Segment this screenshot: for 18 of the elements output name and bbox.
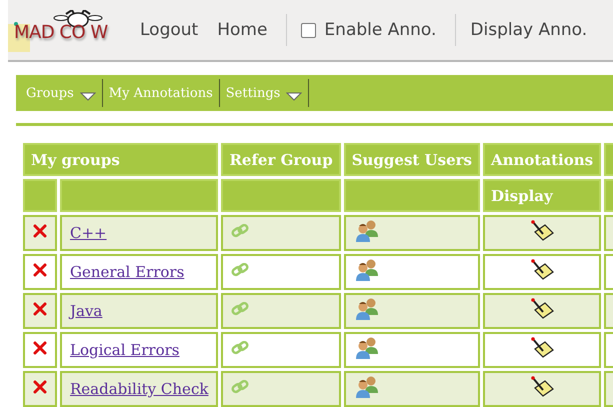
checkbox-label: Enable Anno.	[324, 20, 436, 40]
group-link[interactable]: Java	[70, 302, 102, 320]
logo-text: MAD CO W	[14, 22, 108, 43]
column-header: Refer Group	[221, 143, 341, 176]
column-header: Annotations	[482, 143, 602, 176]
nav-link[interactable]: Logout	[140, 20, 198, 40]
menu-label: My Annotations	[108, 86, 213, 100]
column-header: My groups	[23, 143, 218, 176]
group-link[interactable]: C++	[70, 224, 107, 242]
group-link[interactable]: General Errors	[70, 263, 184, 281]
group-link[interactable]: Logical Errors	[70, 341, 180, 359]
nav-link[interactable]: Home	[217, 20, 268, 40]
column-header: Suggest Users	[344, 143, 480, 176]
menu-label: Groups	[26, 86, 74, 100]
group-link[interactable]: Readability Check	[70, 380, 208, 398]
nav-link[interactable]: Display Anno.	[470, 20, 588, 40]
menu-label: Settings	[226, 86, 280, 100]
column-header: Display	[482, 179, 602, 212]
